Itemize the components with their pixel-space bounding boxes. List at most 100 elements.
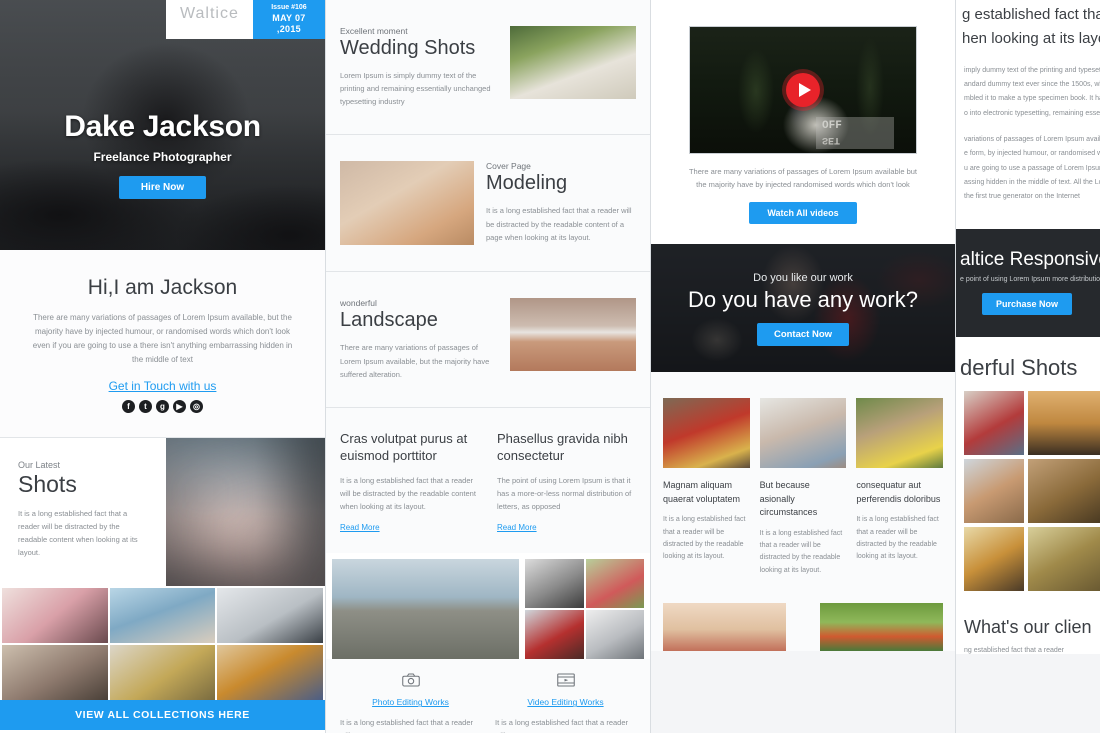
article-title: Phasellus gravida nibh consectetur [497, 430, 628, 464]
right-paragraph-line: imply dummy text of the printing and typ… [964, 66, 1100, 74]
right-client-section: What's our clien ng established fact tha… [956, 602, 1100, 654]
grid-photo[interactable] [217, 588, 323, 643]
hero-title: Dake Jackson [64, 110, 261, 143]
column-video-cta: OFF SET There are many variations of pas… [650, 0, 955, 733]
modeling-photo [340, 161, 474, 246]
feature-modeling: Cover Page Modeling It is a long establi… [326, 135, 650, 272]
intro-body: There are many variations of passages of… [32, 313, 293, 364]
hire-now-button[interactable]: Hire Now [118, 176, 207, 199]
right-paragraph2-line: u are going to use a passage of Lorem Ip… [964, 164, 1100, 172]
articles-section: Cras volutpat purus at euismod porttitor… [326, 407, 650, 554]
latest-kicker: Our Latest [18, 460, 61, 470]
intro-heading: Hi,I am Jackson [87, 276, 238, 299]
feature-title: Modeling [486, 172, 568, 195]
video-player[interactable]: OFF SET [689, 26, 917, 154]
intro-section: Hi,I am Jackson There are many variation… [0, 250, 325, 437]
grid-photo[interactable] [109, 645, 216, 700]
grid-photo[interactable] [525, 610, 584, 660]
photo-grid [0, 586, 325, 700]
right-client-heading: What's our clien [964, 616, 1092, 637]
grid-photo[interactable] [109, 588, 216, 643]
facebook-icon[interactable]: f [122, 400, 135, 413]
service-body: It is a long established fact that a rea… [340, 718, 473, 733]
right-shots-heading: derful Shots [960, 354, 1078, 380]
card-title: consequatur aut perferendis doloribus [856, 480, 941, 504]
grid-photo[interactable] [2, 588, 108, 643]
grid-photo[interactable] [964, 526, 1024, 591]
play-button-icon[interactable] [786, 73, 820, 107]
card-body: It is a long established fact that a rea… [759, 529, 843, 574]
purchase-subtitle: e point of using Lorem Ipsum more distri… [960, 275, 1100, 283]
card-photo[interactable] [759, 398, 847, 469]
overlay-top-text: OFF [822, 120, 842, 132]
right-paragraph2-line: assing hidden in the middle of text. All… [964, 178, 1100, 186]
photo-strip [326, 553, 650, 660]
card-photo[interactable] [663, 398, 750, 469]
right-heading-line2: hen looking at its layout. [962, 29, 1100, 47]
youtube-icon[interactable]: ▶ [173, 400, 186, 413]
mini-photo-grid [525, 559, 644, 660]
google-plus-icon[interactable]: g [156, 400, 169, 413]
grid-photo[interactable] [1028, 526, 1100, 591]
grid-photo[interactable] [964, 390, 1024, 455]
right-heading-line1: g established fact that a r [962, 6, 1100, 23]
card-body: It is a long established fact that a rea… [856, 516, 939, 560]
fishing-photo[interactable] [820, 602, 943, 651]
service-photo-editing: Photo Editing Works It is a long establi… [340, 673, 481, 733]
grid-photo[interactable] [1028, 458, 1100, 523]
instagram-icon[interactable]: ◎ [190, 400, 203, 413]
purchase-now-button[interactable]: Purchase Now [982, 292, 1073, 315]
column-features: Excellent moment Wedding Shots Lorem Ips… [325, 0, 650, 733]
right-paragraph2-line: e form, by injected humour, or randomise… [964, 150, 1100, 158]
beach-photo[interactable] [663, 602, 786, 651]
camera-icon [401, 673, 420, 687]
film-icon [556, 673, 575, 687]
right-paragraph2-line: the first true generator on the Internet [964, 193, 1080, 201]
read-more-link[interactable]: Read More [497, 523, 537, 532]
card-photo[interactable] [856, 398, 944, 469]
card: But because asionally circumstances It i… [759, 398, 847, 577]
article-body: It is a long established fact that a rea… [340, 475, 476, 512]
grid-photo[interactable] [2, 645, 108, 700]
runner-photo[interactable] [332, 559, 520, 660]
grid-photo[interactable] [525, 559, 584, 609]
landscape-photo [510, 298, 636, 372]
get-in-touch-link[interactable]: Get in Touch with us [0, 379, 325, 393]
service-video-editing: Video Editing Works It is a long establi… [495, 673, 636, 733]
article-card: Phasellus gravida nibh consectetur The p… [497, 430, 636, 535]
grid-photo[interactable] [1028, 390, 1100, 455]
grid-photo[interactable] [585, 610, 644, 660]
purchase-band: altice Responsive E e point of using Lor… [956, 228, 1100, 337]
purchase-title: altice Responsive E [960, 248, 1100, 270]
service-label[interactable]: Photo Editing Works [372, 697, 449, 707]
grid-photo[interactable] [964, 458, 1024, 523]
services-section: Photo Editing Works It is a long establi… [326, 659, 650, 733]
cta-kicker: Do you like our work [753, 272, 853, 285]
card-body: It is a long established fact that a rea… [663, 516, 746, 560]
feature-kicker: wonderful [340, 298, 377, 309]
right-photo-grid [960, 381, 1100, 603]
card: consequatur aut perferendis doloribus It… [856, 398, 944, 577]
video-section: OFF SET There are many variations of pas… [651, 0, 955, 245]
contact-now-button[interactable]: Contact Now [756, 323, 850, 347]
right-paragraph-line: andard dummy text ever since the 1500s, … [964, 80, 1100, 88]
feature-wedding-shots: Excellent moment Wedding Shots Lorem Ips… [326, 0, 650, 135]
latest-text: Our Latest Shots It is a long establishe… [0, 438, 166, 586]
photographer-photo [166, 438, 325, 586]
hero-section: Waltice Issue #106 MAY 07 ,2015 Dake Jac… [0, 0, 325, 250]
right-paragraph2-line: variations of passages of Lorem Ipsum av… [964, 135, 1100, 143]
cards-section: Magnam aliquam quaerat voluptatem It is … [651, 372, 955, 593]
card: Magnam aliquam quaerat voluptatem It is … [663, 398, 750, 577]
watch-all-videos-button[interactable]: Watch All videos [749, 202, 857, 225]
view-all-collections-button[interactable]: VIEW ALL COLLECTIONS HERE [0, 700, 325, 730]
read-more-link[interactable]: Read More [340, 523, 380, 532]
grid-photo[interactable] [585, 559, 644, 609]
screenshot-collage: Waltice Issue #106 MAY 07 ,2015 Dake Jac… [0, 0, 1100, 733]
grid-photo[interactable] [217, 645, 323, 700]
service-label[interactable]: Video Editing Works [527, 697, 603, 707]
service-body: It is a long established fact that a rea… [495, 718, 628, 733]
video-overlay-text: OFF SET [816, 117, 894, 149]
feature-landscape: wonderful Landscape There are many varia… [326, 272, 650, 407]
hero-subtitle: Freelance Photographer [93, 150, 232, 164]
twitter-icon[interactable]: t [139, 400, 152, 413]
